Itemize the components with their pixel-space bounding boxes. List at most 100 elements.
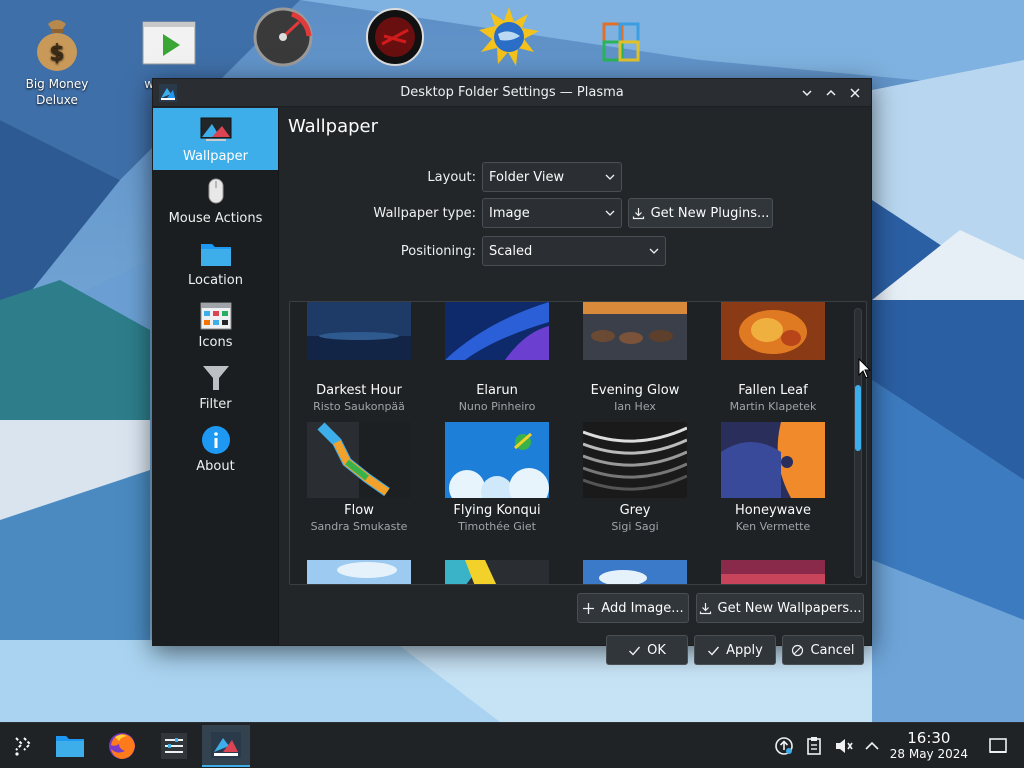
cancel-button[interactable]: Cancel	[782, 635, 864, 665]
plasma-dialog-task[interactable]	[202, 725, 250, 767]
updates-icon[interactable]	[774, 736, 794, 756]
volume-muted-icon[interactable]	[834, 736, 854, 756]
wallpaper-grey[interactable]: Grey Sigi Sagi	[566, 422, 704, 533]
chevron-down-icon	[605, 210, 615, 216]
sidebar-item-filter[interactable]: Filter	[153, 356, 278, 418]
window-titlebar[interactable]: Desktop Folder Settings — Plasma	[153, 79, 871, 107]
page-title: Wallpaper	[288, 116, 379, 137]
file-manager-button[interactable]	[46, 725, 94, 767]
money-bag-icon: $	[26, 12, 88, 74]
wallpaper-type-combo[interactable]: Image	[482, 198, 622, 228]
wallpaper-type-row: Wallpaper type: Image	[280, 198, 622, 228]
wallpaper-author: Ian Hex	[614, 400, 656, 413]
ok-button[interactable]: OK	[606, 635, 688, 665]
layout-row: Layout: Folder View	[280, 162, 622, 192]
positioning-combo[interactable]: Scaled	[482, 236, 666, 266]
red-disc-icon	[364, 6, 426, 68]
ok-label: OK	[647, 642, 666, 658]
maximize-button[interactable]	[821, 83, 841, 103]
minimize-button[interactable]	[797, 83, 817, 103]
wallpaper-flow[interactable]: Flow Sandra Smukaste	[290, 422, 428, 533]
sidebar-item-location[interactable]: Location	[153, 232, 278, 294]
wallpaper-name: Evening Glow	[590, 383, 680, 398]
clock-time: 16:30	[907, 729, 951, 747]
file-manager-icon	[56, 736, 84, 757]
get-new-plugins-label: Get New Plugins...	[650, 205, 770, 221]
sidebar-item-about[interactable]: About	[153, 418, 278, 480]
show-desktop-icon[interactable]	[988, 736, 1008, 756]
system-settings-button[interactable]	[150, 725, 198, 767]
sidebar-item-icons[interactable]: Icons	[153, 294, 278, 356]
sidebar-item-label: Wallpaper	[182, 149, 249, 164]
wallpaper-thumbnail	[445, 422, 549, 498]
firefox-button[interactable]	[98, 725, 146, 767]
wallpaper-author: Ken Vermette	[735, 520, 811, 533]
desktop-icon-disc[interactable]	[350, 0, 440, 70]
desktop-icon-label: Big Money Deluxe	[25, 77, 89, 107]
wallpaper-name: Honeywave	[735, 503, 811, 518]
wallpaper-partial[interactable]	[428, 560, 566, 584]
wallpaper-page: Wallpaper Layout: Folder View Wallpaper …	[280, 108, 871, 665]
plasma-app-icon	[159, 84, 177, 102]
wallpaper-author: Sigi Sagi	[611, 520, 659, 533]
wallpaper-elarun[interactable]: Elarun Nuno Pinheiro	[428, 302, 566, 413]
wallpaper-name: Elarun	[476, 383, 518, 398]
desktop-icon-office[interactable]	[576, 6, 666, 76]
sun-globe-icon	[478, 6, 540, 68]
wallpaper-icon	[200, 115, 232, 145]
firefox-icon	[109, 733, 135, 759]
desktop-icon-globe[interactable]	[464, 0, 554, 70]
wallpaper-grid-scrollbar[interactable]	[854, 308, 862, 578]
wallpaper-thumbnail	[721, 302, 825, 378]
layout-combo[interactable]: Folder View	[482, 162, 622, 192]
wallpaper-thumbnail	[307, 422, 411, 498]
cancel-icon	[792, 644, 804, 656]
wallpaper-partial[interactable]	[704, 560, 842, 584]
desktop-icon-speedometer[interactable]	[238, 0, 328, 70]
add-image-button[interactable]: Add Image...	[577, 593, 689, 623]
wallpaper-flying-konqui[interactable]: Flying Konqui Timothée Giet	[428, 422, 566, 533]
wallpaper-author: Sandra Smukaste	[310, 520, 408, 533]
wallpaper-author: Nuno Pinheiro	[458, 400, 536, 413]
chevron-down-icon	[605, 174, 615, 180]
app-launcher-button[interactable]	[0, 725, 48, 767]
plasma-dialog-icon	[211, 732, 241, 758]
close-button[interactable]	[845, 83, 865, 103]
download-icon	[632, 207, 644, 219]
wallpaper-evening-glow[interactable]: Evening Glow Ian Hex	[566, 302, 704, 413]
cancel-label: Cancel	[810, 642, 855, 658]
wallpaper-partial[interactable]	[290, 560, 428, 584]
scrollbar-thumb[interactable]	[855, 385, 861, 451]
wallpaper-partial[interactable]	[566, 560, 704, 584]
wallpaper-darkest-hour[interactable]: Darkest Hour Risto Saukonpää	[290, 302, 428, 413]
wallpaper-name: Flow	[344, 503, 374, 518]
wallpaper-name: Flying Konqui	[453, 503, 541, 518]
apply-button[interactable]: Apply	[694, 635, 776, 665]
clipboard-icon[interactable]	[804, 736, 824, 756]
sidebar-item-mouse-actions[interactable]: Mouse Actions	[153, 170, 278, 232]
get-new-plugins-button[interactable]: Get New Plugins...	[628, 198, 773, 228]
info-icon	[200, 425, 232, 455]
window-title: Desktop Folder Settings — Plasma	[400, 85, 624, 100]
get-new-wallpapers-button[interactable]: Get New Wallpapers...	[696, 593, 864, 623]
sidebar-item-label: Location	[188, 273, 243, 288]
sidebar-item-label: Mouse Actions	[168, 211, 263, 226]
sidebar-item-wallpaper[interactable]: Wallpaper	[153, 108, 278, 170]
wallpaper-grid[interactable]: Darkest Hour Risto Saukonpää Elarun Nuno…	[289, 301, 867, 585]
chevron-down-icon	[802, 90, 812, 97]
desktop-icon-big-money[interactable]: $ Big Money Deluxe	[12, 6, 102, 108]
layout-label: Layout:	[427, 169, 476, 185]
chevron-down-icon	[649, 248, 659, 254]
clock-date: 28 May 2024	[889, 747, 968, 761]
sidebar-item-label: About	[196, 459, 235, 474]
wallpaper-author: Timothée Giet	[458, 520, 536, 533]
wallpaper-name: Grey	[619, 503, 651, 518]
positioning-row: Positioning: Scaled	[280, 236, 666, 266]
desktop-folder-settings-window: Desktop Folder Settings — Plasma Wallpap…	[152, 78, 872, 665]
wallpaper-fallen-leaf[interactable]: Fallen Leaf Martin Klapetek	[704, 302, 842, 413]
wallpaper-thumbnail	[583, 302, 687, 378]
wallpaper-honeywave[interactable]: Honeywave Ken Vermette	[704, 422, 842, 533]
wallpaper-thumbnail	[583, 422, 687, 498]
digital-clock[interactable]: 16:30 28 May 2024	[890, 729, 968, 761]
tray-expand-icon[interactable]	[862, 736, 882, 756]
